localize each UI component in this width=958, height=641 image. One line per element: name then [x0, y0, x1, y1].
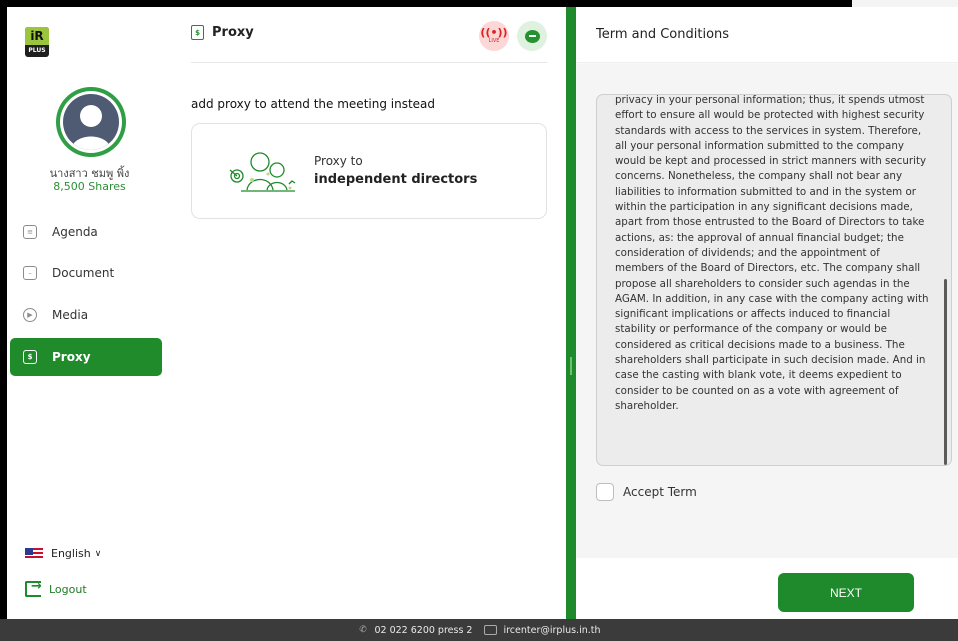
document-icon: – — [23, 266, 37, 280]
sidebar-item-agenda[interactable]: ≡ Agenda — [10, 213, 162, 251]
logout-icon — [25, 579, 42, 597]
logo-mark: iR — [25, 27, 49, 45]
sidebar-item-label: Agenda — [52, 225, 98, 239]
email-icon — [484, 625, 498, 635]
logo-wordmark: PLUS — [28, 47, 46, 54]
chat-button[interactable] — [517, 21, 547, 51]
accept-term[interactable]: Accept Term — [596, 483, 697, 501]
proxy-panel: $ Proxy ((•)) LIVE add proxy to attend t… — [172, 7, 566, 619]
play-icon: ▶ — [23, 308, 37, 322]
window-frame-left — [0, 0, 7, 641]
sidebar-item-label: Proxy — [52, 350, 91, 364]
irplus-logo: iR PLUS — [25, 27, 49, 57]
scrollbar-thumb[interactable] — [944, 279, 947, 465]
page-title: Proxy — [212, 25, 254, 40]
card-label: Proxy to — [314, 154, 363, 168]
contact-email[interactable]: ircenter@irplus.in.th — [503, 625, 600, 636]
terms-body: privacy in your personal information; th… — [576, 64, 958, 558]
avatar — [56, 87, 126, 157]
terms-header: Term and Conditions — [576, 7, 958, 63]
user-shares: 8,500 Shares — [53, 180, 126, 193]
sidebar-item-proxy[interactable]: $ Proxy — [10, 338, 162, 376]
sidebar-item-document[interactable]: – Document — [10, 254, 162, 292]
card-title: independent directors — [314, 172, 478, 187]
panel-header: $ Proxy — [191, 25, 254, 40]
divider — [191, 62, 547, 63]
terms-panel: Term and Conditions privacy in your pers… — [576, 7, 958, 619]
panel-resize-handle[interactable] — [566, 7, 576, 619]
contact-phone: 02 022 6200 press 2 — [374, 624, 473, 636]
accept-term-label: Accept Term — [623, 485, 697, 499]
chat-icon — [524, 29, 540, 43]
language-label: English — [51, 547, 91, 560]
window-frame-top — [0, 0, 958, 7]
scrollbar[interactable] — [944, 95, 947, 465]
proxy-icon: $ — [191, 25, 204, 40]
sidebar: iR PLUS นางสาว ชมพู พิ้ง 8,500 Shares ≡ … — [7, 7, 172, 619]
us-flag-icon — [25, 547, 43, 560]
live-label: LIVE — [488, 38, 500, 44]
next-button[interactable]: NEXT — [778, 573, 914, 612]
terms-title: Term and Conditions — [596, 27, 730, 42]
sidebar-item-label: Document — [52, 266, 115, 280]
user-silhouette-icon — [71, 105, 111, 150]
language-selector[interactable]: English ∨ — [25, 547, 101, 560]
chevron-down-icon: ∨ — [94, 548, 102, 559]
directors-illustration-icon — [229, 152, 296, 192]
sidebar-item-media[interactable]: ▶ Media — [10, 296, 162, 334]
live-button[interactable]: ((•)) LIVE — [479, 21, 509, 51]
logout-label: Logout — [49, 582, 87, 596]
agenda-icon: ≡ — [23, 225, 37, 239]
window-frame-notch — [852, 0, 958, 7]
sidebar-item-label: Media — [52, 308, 89, 322]
proxy-icon: $ — [23, 350, 37, 364]
drag-handle-icon — [570, 357, 572, 375]
accept-term-checkbox[interactable] — [596, 483, 614, 501]
proxy-option-card[interactable]: Proxy to independent directors — [191, 123, 547, 219]
contact-bar: ✆ 02 022 6200 press 2 ircenter@irplus.in… — [0, 619, 958, 641]
proxy-instruction: add proxy to attend the meeting instead — [191, 97, 436, 111]
broadcast-icon: ((•)) — [480, 26, 508, 39]
terms-textbox[interactable]: privacy in your personal information; th… — [596, 94, 952, 466]
phone-icon: ✆ — [359, 625, 367, 635]
logout-button[interactable]: Logout — [25, 579, 87, 597]
terms-footer: NEXT — [576, 558, 958, 619]
terms-text: privacy in your personal information; th… — [615, 94, 929, 412]
